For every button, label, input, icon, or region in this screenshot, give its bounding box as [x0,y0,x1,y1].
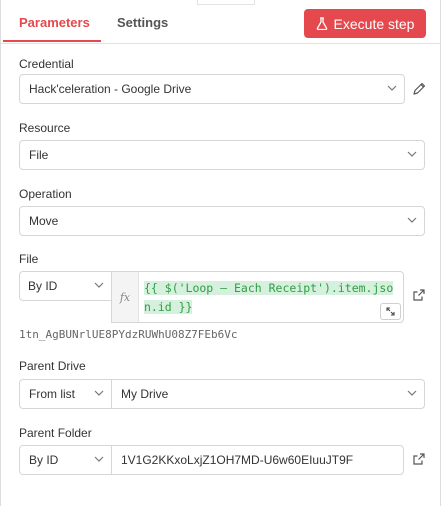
fx-icon: fx [112,272,139,322]
chevron-down-icon [407,150,417,158]
active-tab-indicator [3,40,101,42]
resource-label: Resource [19,121,71,135]
chevron-down-icon [94,281,104,289]
file-resolved-value: 1tn_AgBUNrlUE8PYdzRUWhU08Z7FEb6Vc [19,328,238,341]
credential-value: Hack'celeration - Google Drive [29,82,192,96]
chevron-down-icon [387,84,397,92]
resource-select[interactable]: File [19,140,425,170]
open-external-icon[interactable] [412,452,426,466]
tab-settings[interactable]: Settings [117,15,168,30]
parent-drive-select[interactable]: My Drive [111,379,425,409]
chevron-down-icon [407,216,417,224]
expression-highlight: {{ $('Loop – Each Receipt').item.json.id… [144,281,394,314]
parent-folder-id-input[interactable]: 1V1G2KKxoLxjZ1OH7MD-U6w60EIuuJT9F [111,445,404,475]
file-expression-text[interactable]: {{ $('Loop – Each Receipt').item.json.id… [144,279,402,317]
parent-drive-mode-select[interactable]: From list [19,379,112,409]
tab-parameters[interactable]: Parameters [19,15,90,30]
parent-drive-value: My Drive [121,387,169,401]
execute-step-button[interactable]: Execute step [304,9,426,38]
file-label: File [19,252,39,266]
credential-label: Credential [19,57,74,71]
file-field-group: By ID fx {{ $('Loop – Each Receipt').ite… [19,271,404,323]
file-expression-editor[interactable]: fx {{ $('Loop – Each Receipt').item.json… [111,271,404,323]
parent-folder-value: 1V1G2KKxoLxjZ1OH7MD-U6w60EIuuJT9F [121,453,354,467]
pencil-icon[interactable] [412,82,426,96]
file-mode-select[interactable]: By ID [19,271,112,301]
parent-folder-mode-select[interactable]: By ID [19,445,112,475]
chevron-down-icon [94,389,104,397]
operation-value: Move [29,214,59,228]
parent-drive-label: Parent Drive [19,359,86,373]
parent-folder-mode-value: By ID [29,453,59,467]
node-parameters-panel: Parameters Settings Execute step Credent… [0,0,441,506]
parent-drive-mode-value: From list [29,387,75,401]
operation-select[interactable]: Move [19,206,425,236]
credential-select[interactable]: Hack'celeration - Google Drive [19,74,405,104]
chevron-down-icon [94,455,104,463]
open-external-icon[interactable] [412,288,426,302]
expand-icon [386,307,395,316]
chevron-down-icon [407,389,417,397]
tab-bar: Parameters Settings Execute step [1,0,440,44]
expand-expression-button[interactable] [380,303,401,320]
operation-label: Operation [19,187,72,201]
resource-value: File [29,148,49,162]
parent-folder-label: Parent Folder [19,426,92,440]
flask-icon [316,17,327,30]
execute-step-label: Execute step [333,15,415,32]
file-mode-value: By ID [28,279,58,293]
